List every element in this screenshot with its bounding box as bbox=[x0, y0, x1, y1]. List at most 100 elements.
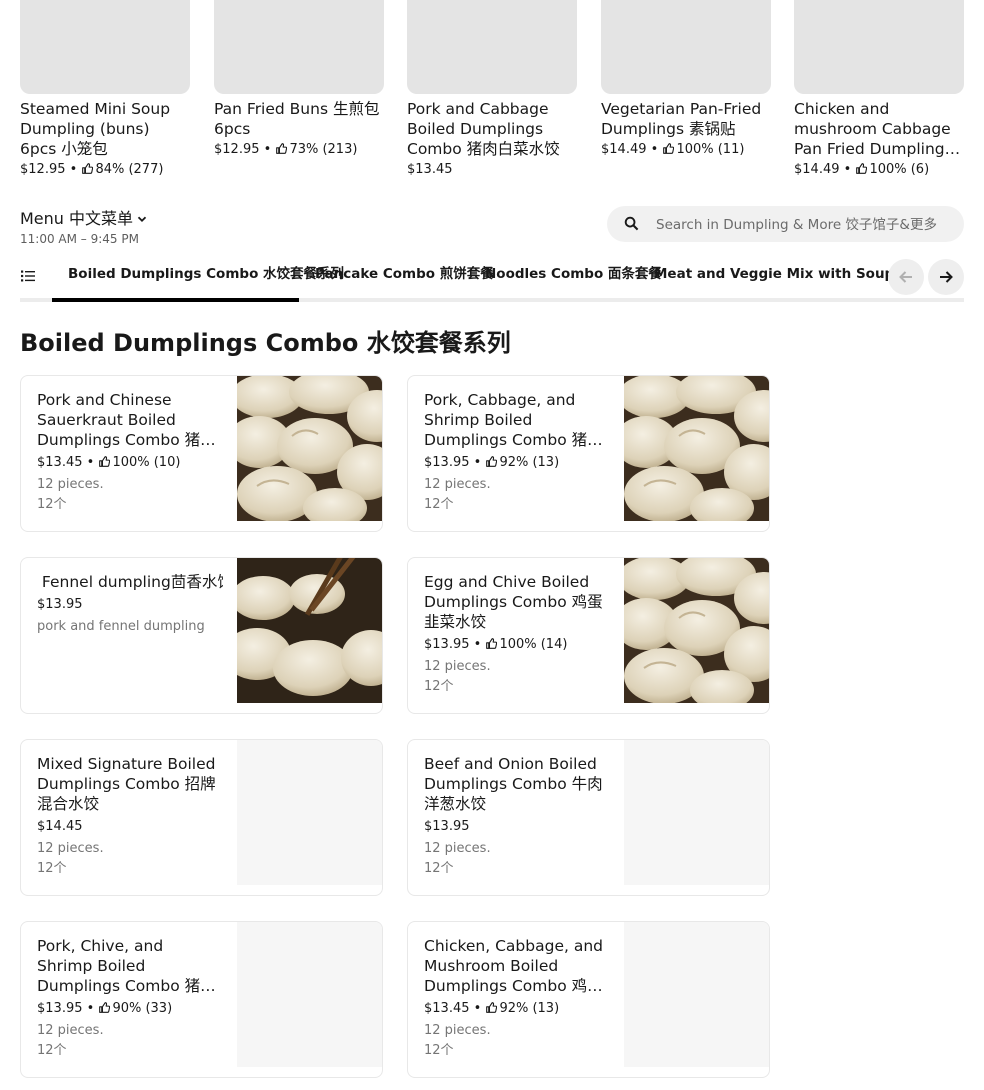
menu-selector[interactable]: Menu 中文菜单 bbox=[20, 208, 147, 230]
tab-meat-and-veggie-mix[interactable]: Meat and Veggie Mix with Soup Combo bbox=[638, 254, 892, 298]
menu-item-meta: $14.45 bbox=[37, 819, 223, 835]
menu-item-price: $13.95 bbox=[37, 597, 83, 612]
featured-item-meta: $14.49 • 100% (11) bbox=[601, 142, 745, 157]
featured-item[interactable]: Pork and Cabbage Boiled Dumplings Combo … bbox=[407, 0, 577, 178]
menu-item-price: $13.45 bbox=[37, 455, 83, 470]
featured-item-meta: $12.95 • 84% (277) bbox=[20, 162, 164, 177]
menu-item-image bbox=[624, 376, 769, 521]
featured-item[interactable]: Steamed Mini Soup Dumpling (buns) 6pcs 小… bbox=[20, 0, 190, 178]
menu-item-image bbox=[624, 740, 769, 885]
menu-item-card[interactable]: Pork and Chinese Sauerkraut Boiled Dumpl… bbox=[20, 375, 383, 532]
menu-item-info: Pork and Chinese Sauerkraut Boiled Dumpl… bbox=[37, 390, 223, 515]
search-input[interactable] bbox=[654, 206, 958, 244]
featured-item-image bbox=[214, 0, 384, 94]
featured-item-image bbox=[794, 0, 964, 94]
featured-item-rating: 73% (213) bbox=[289, 142, 358, 157]
menu-item-description: 12 pieces. bbox=[424, 841, 491, 856]
thumbs-up-icon bbox=[856, 163, 868, 174]
featured-item-price: $14.49 bbox=[601, 142, 647, 157]
arrow-left-icon bbox=[899, 271, 912, 283]
menu-item-description: 12 pieces. bbox=[424, 659, 491, 674]
menu-item-price: $13.95 bbox=[424, 819, 470, 834]
featured-item-meta: $13.45 bbox=[407, 162, 577, 178]
menu-item-meta: $13.95 • 100% (14) bbox=[424, 637, 568, 652]
thumbs-up-icon bbox=[486, 1002, 498, 1013]
menu-item-price: $13.95 bbox=[424, 455, 470, 470]
menu-item-rating: 92% (13) bbox=[499, 1001, 560, 1016]
menu-item-card[interactable]: Fennel dumpling茴香水饺 $13.95 pork and fenn… bbox=[20, 557, 383, 714]
menu-item-card[interactable]: Egg and Chive Boiled Dumplings Combo 鸡蛋韭… bbox=[407, 557, 770, 714]
featured-item-image bbox=[601, 0, 771, 94]
menu-item-description-cn: 12个 bbox=[424, 1043, 454, 1058]
menu-item-price: $13.95 bbox=[37, 1001, 83, 1016]
thumbs-up-icon bbox=[99, 1002, 111, 1013]
menu-item-card[interactable]: Pork, Cabbage, and Shrimp Boiled Dumplin… bbox=[407, 375, 770, 532]
menu-item-price: $13.95 bbox=[424, 637, 470, 652]
featured-item-rating: 100% (6) bbox=[869, 162, 930, 177]
menu-item-image bbox=[237, 740, 382, 885]
menu-item-name: Beef and Onion Boiled Dumplings Combo 牛肉… bbox=[424, 755, 603, 813]
menu-item-meta: $13.45 • 100% (10) bbox=[37, 455, 181, 470]
menu-item-rating: 100% (10) bbox=[112, 455, 181, 470]
featured-item-rating: 100% (11) bbox=[676, 142, 745, 157]
menu-item-description-cn: 12个 bbox=[37, 1043, 67, 1058]
menu-item-meta: $13.45 • 92% (13) bbox=[424, 1001, 560, 1016]
menu-item-card[interactable]: Chicken, Cabbage, and Mushroom Boiled Du… bbox=[407, 921, 770, 1078]
tabs-next-button[interactable] bbox=[928, 259, 964, 295]
menu-item-image bbox=[237, 922, 382, 1067]
menu-item-rating: 90% (33) bbox=[112, 1001, 173, 1016]
thumbs-up-icon bbox=[99, 456, 111, 467]
menu-item-description: 12 pieces. bbox=[424, 477, 491, 492]
menu-item-name: Pork, Chive, and Shrimp Boiled Dumplings… bbox=[37, 937, 216, 995]
menu-item-card[interactable]: Mixed Signature Boiled Dumplings Combo 招… bbox=[20, 739, 383, 896]
featured-item-name: Chicken and mushroom Cabbage Pan Fried D… bbox=[794, 100, 953, 158]
menu-item-description-cn: 12个 bbox=[424, 497, 454, 512]
menu-search bbox=[607, 206, 964, 244]
menu-item-price: $14.45 bbox=[37, 819, 83, 834]
featured-item-name: Pork and Cabbage Boiled Dumplings Combo … bbox=[407, 100, 560, 158]
thumbs-up-icon bbox=[486, 638, 498, 649]
menu-item-info: Pork, Cabbage, and Shrimp Boiled Dumplin… bbox=[424, 390, 610, 515]
menu-item-info: Chicken, Cabbage, and Mushroom Boiled Du… bbox=[424, 936, 610, 1061]
featured-item-name: Vegetarian Pan-Fried Dumplings 素锅贴 bbox=[601, 100, 762, 138]
menu-item-rating: 100% (14) bbox=[499, 637, 568, 652]
menu-item-card[interactable]: Pork, Chive, and Shrimp Boiled Dumplings… bbox=[20, 921, 383, 1078]
menu-item-meta: $13.95 • 92% (13) bbox=[424, 455, 560, 470]
thumbs-up-icon bbox=[276, 143, 288, 154]
menu-item-name: Egg and Chive Boiled Dumplings Combo 鸡蛋韭… bbox=[424, 573, 603, 631]
menu-item-image bbox=[624, 922, 769, 1067]
thumbs-up-icon bbox=[82, 163, 94, 174]
menu-item-card[interactable]: Beef and Onion Boiled Dumplings Combo 牛肉… bbox=[407, 739, 770, 896]
featured-item-rating: 84% (277) bbox=[95, 162, 164, 177]
menu-item-name: Pork, Cabbage, and Shrimp Boiled Dumplin… bbox=[424, 391, 603, 449]
menu-item-name: Chicken, Cabbage, and Mushroom Boiled Du… bbox=[424, 937, 603, 995]
menu-item-image bbox=[237, 376, 382, 521]
featured-item-price: $13.45 bbox=[407, 162, 453, 177]
menu-item-name: Mixed Signature Boiled Dumplings Combo 招… bbox=[37, 755, 216, 813]
menu-item-description: pork and fennel dumpling bbox=[37, 619, 205, 634]
featured-item-name: Pan Fried Buns 生煎包 6pcs bbox=[214, 100, 380, 138]
featured-item[interactable]: Vegetarian Pan-Fried Dumplings 素锅贴 $14.4… bbox=[601, 0, 771, 158]
featured-items-carousel: Steamed Mini Soup Dumpling (buns) 6pcs 小… bbox=[20, 0, 964, 180]
category-tabs-bar: Boiled Dumplings Combo 水饺套餐系列 Pancake Co… bbox=[20, 254, 964, 302]
menu-item-description: 12 pieces. bbox=[424, 1023, 491, 1038]
menu-item-info: Beef and Onion Boiled Dumplings Combo 牛肉… bbox=[424, 754, 610, 879]
chevron-down-icon bbox=[137, 216, 147, 222]
menu-item-description-cn: 12个 bbox=[37, 497, 67, 512]
featured-item[interactable]: Pan Fried Buns 生煎包 6pcs $12.95 • 73% (21… bbox=[214, 0, 384, 158]
featured-item-meta: $12.95 • 73% (213) bbox=[214, 142, 358, 157]
featured-item[interactable]: Chicken and mushroom Cabbage Pan Fried D… bbox=[794, 0, 964, 178]
featured-item-price: $12.95 bbox=[20, 162, 66, 177]
featured-item-name: Steamed Mini Soup Dumpling (buns) 6pcs 小… bbox=[20, 100, 171, 158]
search-icon bbox=[624, 216, 639, 231]
menu-item-meta: $13.95 • 90% (33) bbox=[37, 1001, 173, 1016]
tab-boiled-dumplings-combo[interactable]: Boiled Dumplings Combo 水饺套餐系列 bbox=[52, 254, 344, 302]
menu-item-image bbox=[237, 558, 382, 703]
menu-item-meta: $13.95 bbox=[424, 819, 610, 835]
menu-title: Menu 中文菜单 bbox=[20, 209, 134, 228]
list-icon[interactable] bbox=[20, 268, 36, 284]
arrow-right-icon bbox=[940, 271, 953, 283]
featured-item-price: $14.49 bbox=[794, 162, 840, 177]
tabs-prev-button[interactable] bbox=[888, 259, 924, 295]
menu-hours: 11:00 AM – 9:45 PM bbox=[20, 232, 139, 246]
